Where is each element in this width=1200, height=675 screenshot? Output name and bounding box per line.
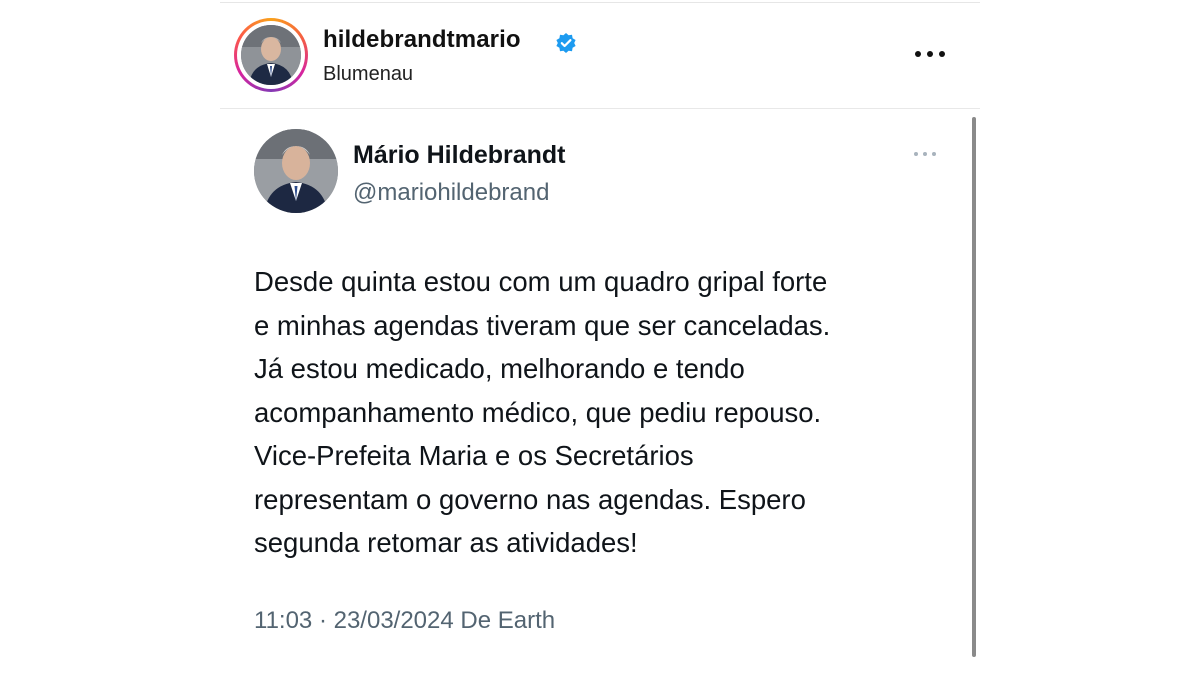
tweet-card: Mário Hildebrandt @mariohildebrand Desde… xyxy=(220,109,980,675)
post-frame: hildebrandtmario Blumenau Mário Hildebra… xyxy=(220,0,980,675)
tweet-timestamp[interactable]: 11:03 · 23/03/2024 De Earth xyxy=(254,607,555,635)
post-header: hildebrandtmario Blumenau xyxy=(220,0,980,109)
user-handle[interactable]: @mariohildebrand xyxy=(353,179,549,207)
tweet-more-button[interactable] xyxy=(910,143,942,165)
tweet-avatar[interactable] xyxy=(254,129,338,213)
more-horizontal-icon xyxy=(915,51,921,57)
verified-badge-icon xyxy=(556,33,576,53)
tweet-text: Desde quinta estou com um quadro gripal … xyxy=(254,266,831,558)
profile-photo-icon xyxy=(241,25,301,85)
scrollbar[interactable] xyxy=(972,117,976,657)
location-link[interactable]: Blumenau xyxy=(323,63,413,86)
avatar[interactable] xyxy=(241,25,301,85)
story-ring[interactable] xyxy=(234,18,308,92)
username[interactable]: hildebrandtmario xyxy=(323,26,521,54)
profile-photo-icon xyxy=(254,129,338,213)
more-horizontal-icon xyxy=(914,152,918,156)
more-options-button[interactable] xyxy=(910,38,950,68)
display-name[interactable]: Mário Hildebrandt xyxy=(353,141,566,170)
